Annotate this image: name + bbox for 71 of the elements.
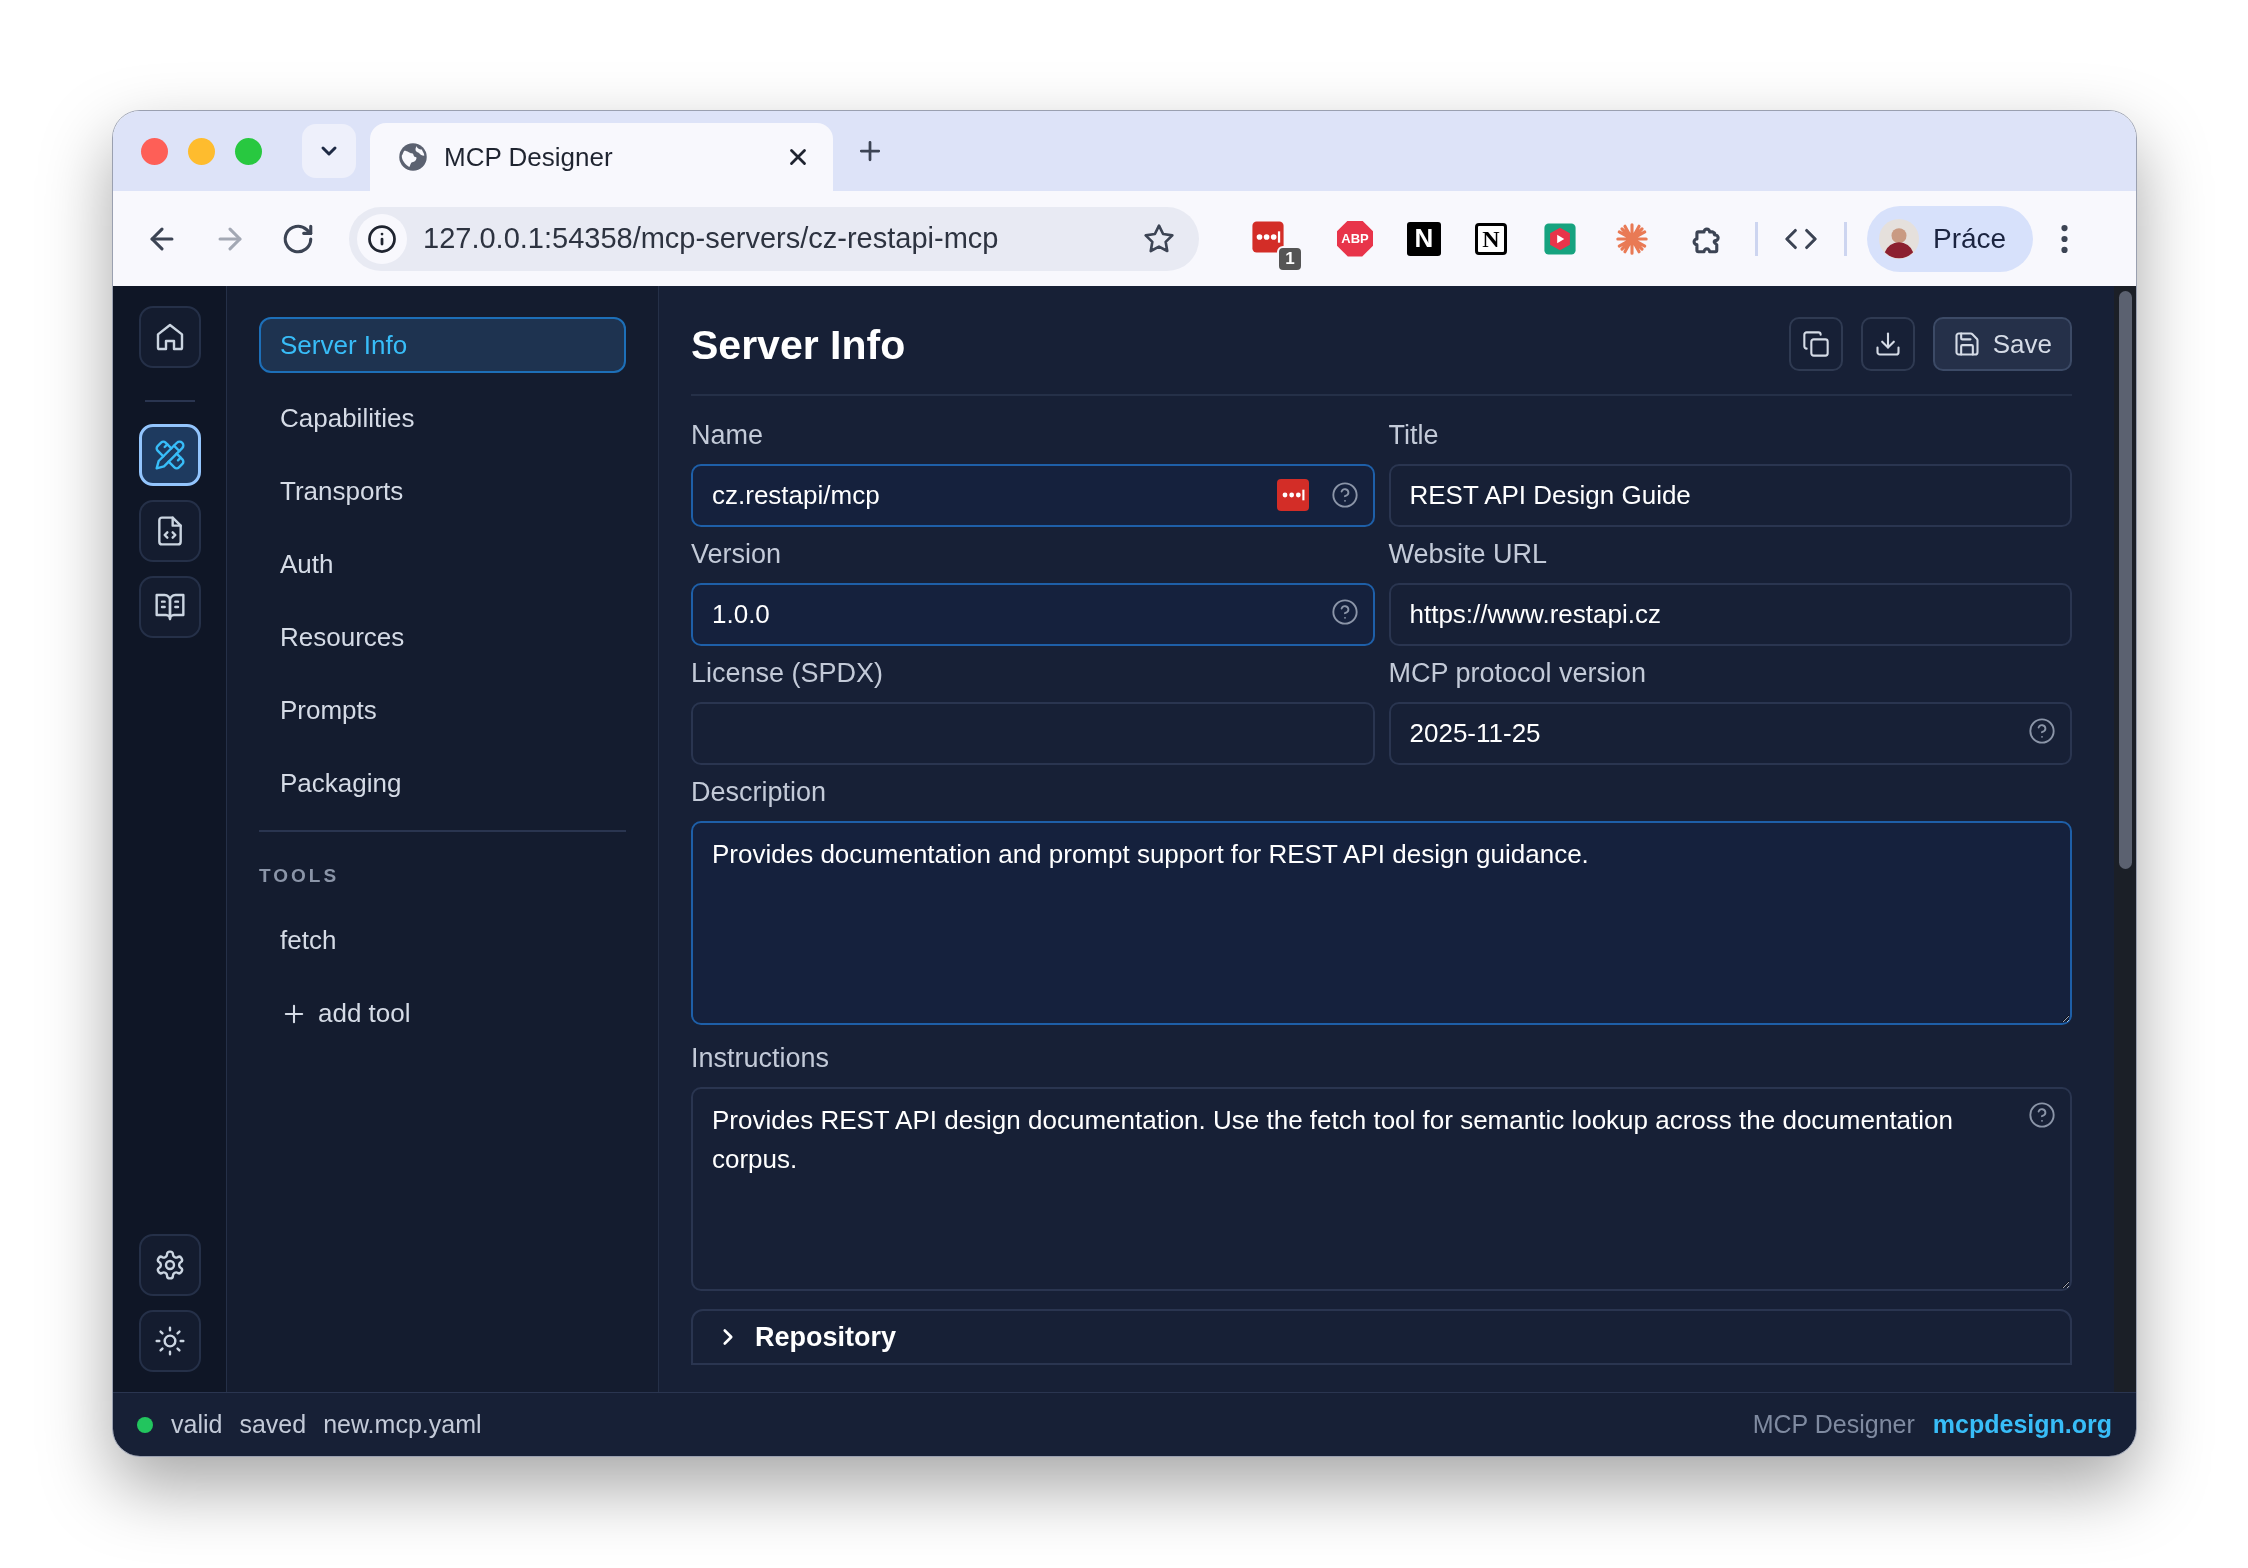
nav-item[interactable]: Prompts bbox=[259, 682, 626, 738]
bookmark-button[interactable] bbox=[1143, 222, 1175, 255]
book-icon bbox=[153, 591, 186, 623]
nav-item[interactable]: Resources bbox=[259, 609, 626, 665]
nav-item[interactable]: fetch bbox=[259, 912, 626, 969]
save-status: saved bbox=[239, 1408, 307, 1440]
text-field[interactable]: REST API Design Guide bbox=[1388, 464, 2072, 527]
download-button[interactable] bbox=[1860, 317, 1915, 371]
copy-button[interactable] bbox=[1788, 317, 1843, 371]
text-area[interactable]: Provides documentation and prompt support for REST API design guidance. bbox=[691, 821, 2072, 1025]
play-icon bbox=[1543, 221, 1577, 256]
star-icon bbox=[1143, 222, 1175, 255]
badge-count: 1 bbox=[1277, 245, 1303, 272]
info-icon bbox=[367, 223, 397, 254]
collapsible-section[interactable]: Repository bbox=[691, 1309, 2072, 1365]
avatar-icon bbox=[1879, 218, 1919, 259]
nav-item[interactable]: Server Info bbox=[259, 317, 626, 373]
browser-tab[interactable]: MCP Designer bbox=[370, 123, 833, 191]
sun-icon bbox=[153, 1325, 186, 1357]
nav-item[interactable]: Capabilities bbox=[259, 390, 626, 446]
rail-button[interactable] bbox=[138, 306, 201, 368]
extension-button[interactable]: N bbox=[1475, 222, 1507, 255]
field-label: Website URL bbox=[1388, 539, 1549, 569]
tab-search-button[interactable] bbox=[302, 124, 356, 178]
field-label: License (SPDX) bbox=[691, 658, 885, 688]
text-field[interactable] bbox=[691, 702, 1375, 765]
nav-item[interactable]: Transports bbox=[259, 463, 626, 519]
globe-icon bbox=[398, 142, 428, 172]
nav-item[interactable]: Packaging bbox=[259, 755, 626, 811]
extension-button[interactable]: 1 bbox=[1251, 219, 1303, 272]
copy-icon bbox=[1801, 330, 1830, 358]
website-link[interactable]: mcpdesign.org bbox=[1932, 1405, 2112, 1444]
menu-button[interactable] bbox=[2061, 224, 2068, 253]
validity-status: valid bbox=[171, 1408, 223, 1440]
section-heading: TOOLS bbox=[259, 864, 341, 888]
save-icon bbox=[1952, 330, 1981, 358]
site-info-button[interactable] bbox=[357, 213, 407, 264]
field-label: Title bbox=[1388, 420, 1440, 450]
text-field[interactable]: 1.0.0 bbox=[691, 583, 1375, 646]
text-area[interactable]: Provides REST API design documentation. Use the fetch tool for semantic lookup across the documentation corpus. bbox=[691, 1087, 2072, 1291]
file-name: new.mcp.yaml bbox=[323, 1408, 482, 1440]
pencil-ruler-icon bbox=[153, 439, 186, 471]
save-button[interactable]: Save bbox=[1932, 317, 2072, 371]
rail-button[interactable] bbox=[138, 1234, 201, 1296]
text-field[interactable]: https://www.restapi.cz bbox=[1388, 583, 2072, 646]
text-field[interactable]: 2025-11-25 bbox=[1388, 702, 2072, 765]
dots-icon bbox=[1251, 219, 1285, 254]
abp-extension-button[interactable]: ABP bbox=[1337, 220, 1373, 257]
field-label: Version bbox=[691, 539, 783, 569]
address-bar[interactable]: 127.0.0.1:54358/mcp-servers/cz-restapi-mcp bbox=[349, 206, 1199, 271]
add-tool-button[interactable]: add tool bbox=[259, 985, 411, 1042]
burst-icon bbox=[1615, 221, 1649, 256]
kebab-icon bbox=[2061, 224, 2068, 253]
rail-button[interactable] bbox=[138, 576, 201, 638]
field-label: Description bbox=[691, 777, 828, 807]
field-label: Name bbox=[691, 420, 765, 450]
rail-button[interactable] bbox=[138, 1310, 201, 1372]
download-icon bbox=[1873, 330, 1902, 358]
extension-button[interactable]: N bbox=[1407, 221, 1441, 256]
rail-button[interactable] bbox=[138, 500, 201, 562]
field-label: MCP protocol version bbox=[1388, 658, 1648, 688]
profile-button[interactable]: Práce bbox=[1867, 205, 2033, 272]
tab-title: MCP Designer bbox=[444, 140, 614, 174]
app-name: MCP Designer bbox=[1752, 1408, 1915, 1440]
field-label: Instructions bbox=[691, 1043, 831, 1073]
url-text: 127.0.0.1:54358/mcp-servers/cz-restapi-mcp bbox=[423, 220, 1000, 256]
nav-item[interactable]: Auth bbox=[259, 536, 626, 592]
page-title: Server Info bbox=[691, 321, 906, 370]
scrollbar-thumb[interactable] bbox=[2118, 291, 2132, 869]
text-field[interactable]: cz.restapi/mcp bbox=[691, 464, 1375, 527]
dots-icon[interactable] bbox=[1276, 479, 1309, 511]
